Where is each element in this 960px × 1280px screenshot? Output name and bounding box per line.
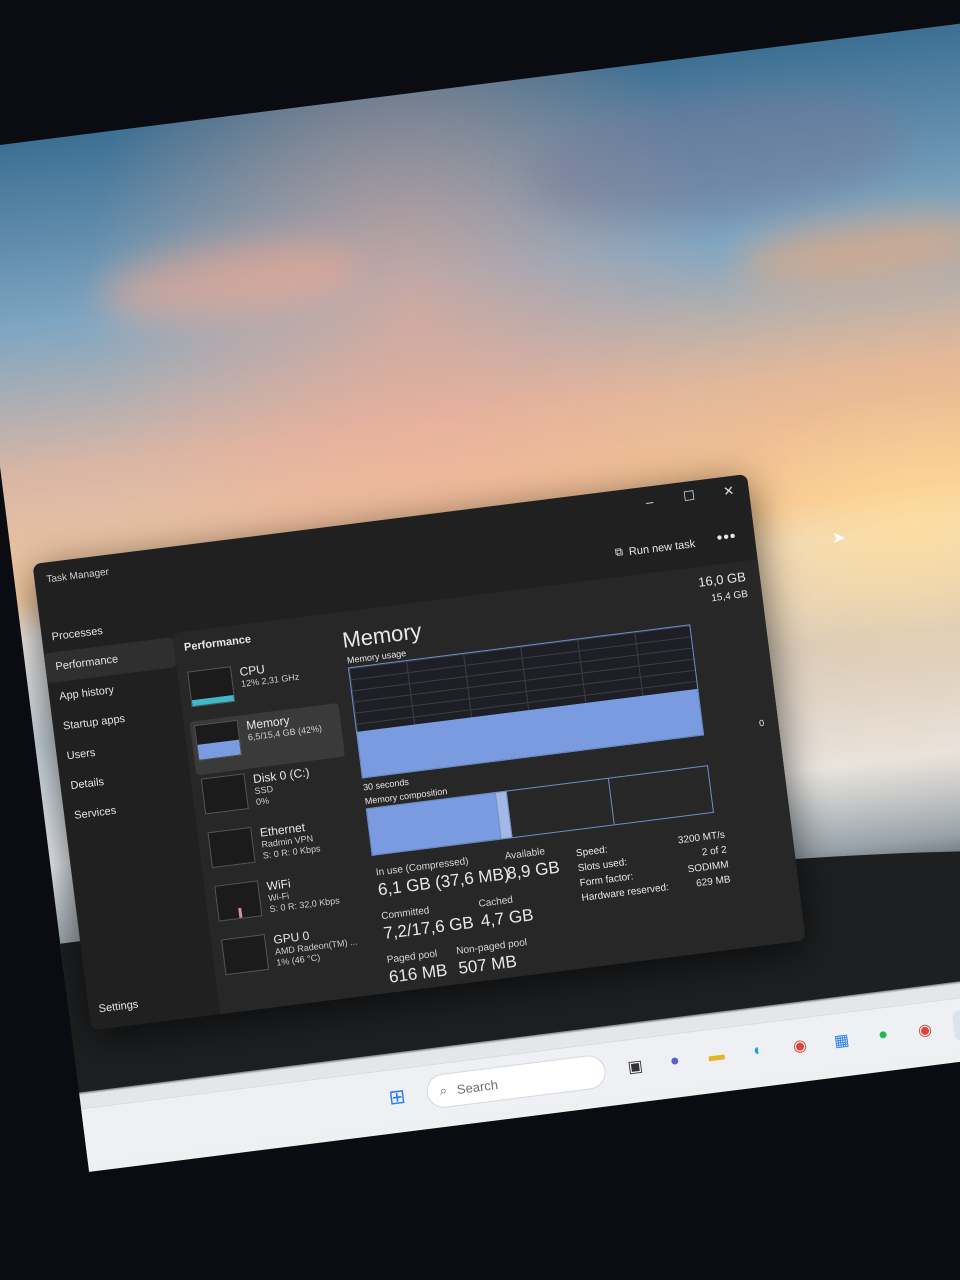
- page-title: Performance: [183, 633, 252, 654]
- memory-title: Memory: [340, 618, 423, 653]
- memory-usage-fill: [357, 688, 704, 778]
- run-task-icon: ⧉: [614, 546, 624, 560]
- memory-specs: Speed: 3200 MT/s Slots used: 2 of 2 Form f…: [575, 830, 731, 908]
- spec-value: 629 MB: [695, 874, 732, 890]
- file-explorer-icon[interactable]: ▬: [700, 1040, 734, 1074]
- composition-free: [608, 766, 712, 824]
- maximize-button[interactable]: ☐: [667, 479, 710, 514]
- taskbar-search[interactable]: ⌕ Search: [424, 1053, 608, 1110]
- run-new-task-label: Run new task: [628, 537, 696, 558]
- device-list: CPU 12% 2,31 GHz Memory 6,5/15,4 GB (42%…: [183, 649, 372, 989]
- memory-usage-graph: [347, 624, 705, 779]
- search-placeholder: Search: [455, 1076, 499, 1097]
- memory-total: 16,0 GB: [697, 568, 747, 590]
- window-title: Task Manager: [45, 566, 110, 586]
- task-manager-taskbar-icon[interactable]: ≋: [951, 1007, 960, 1042]
- search-icon: ⌕: [438, 1082, 448, 1099]
- stat-available: Available 8,9 GB: [504, 845, 561, 884]
- run-new-task-button[interactable]: ⧉ Run new task: [614, 537, 696, 560]
- stat-value: 8,9 GB: [505, 857, 561, 884]
- memory-graph-max: 15,4 GB: [710, 588, 749, 605]
- graph-time-label: 30 seconds: [362, 776, 410, 793]
- graph-min-label: 0: [758, 717, 765, 729]
- minimize-button[interactable]: –: [628, 484, 671, 519]
- task-view-icon[interactable]: ▣: [618, 1050, 652, 1084]
- disk-sparkline: [200, 773, 249, 815]
- spotify-icon[interactable]: ●: [866, 1019, 900, 1053]
- stat-committed: Committed 7,2/17,6 GB: [381, 900, 475, 944]
- window-controls: – ☐ ✕: [628, 474, 751, 519]
- more-options-icon[interactable]: •••: [716, 528, 738, 548]
- stat-value: 4,7 GB: [479, 905, 535, 931]
- memory-details: Memory 16,0 GB 15,4 GB Memory usage 0 30…: [340, 568, 791, 987]
- chrome-profile-icon[interactable]: ◉: [908, 1013, 942, 1047]
- cpu-sparkline: [187, 666, 236, 708]
- stat-non-paged-pool: Non-paged pool 507 MB: [456, 937, 531, 979]
- wifi-sparkline: [214, 880, 263, 922]
- stat-cached: Cached 4,7 GB: [478, 892, 535, 931]
- edge-icon[interactable]: ◐: [741, 1034, 775, 1068]
- sidebar-nav: Processes Performance App history Startu…: [40, 607, 195, 832]
- performance-panel: Performance CPU 12% 2,31 GHz Memory 6,5/…: [172, 559, 806, 1015]
- gpu-sparkline: [221, 933, 270, 976]
- stat-in-use: In use (Compressed) 6,1 GB (37,6 MB): [375, 851, 510, 900]
- cloud: [95, 231, 363, 334]
- stat-paged-pool: Paged pool 616 MB: [386, 948, 448, 988]
- desktop-screen: Task Manager – ☐ ✕ Processes Performance…: [0, 17, 960, 1172]
- chrome-icon[interactable]: ◉: [783, 1029, 817, 1063]
- store-icon[interactable]: ▦: [825, 1024, 859, 1058]
- composition-standby: [506, 778, 615, 838]
- close-button[interactable]: ✕: [707, 474, 750, 509]
- start-icon[interactable]: ⊞: [380, 1080, 414, 1114]
- ethernet-sparkline: [207, 826, 256, 869]
- cloud: [736, 200, 960, 293]
- memory-sparkline: [193, 719, 243, 761]
- mouse-cursor-icon: ➤: [832, 530, 846, 547]
- sidebar-item-settings[interactable]: Settings: [98, 998, 139, 1015]
- cloud: [520, 71, 913, 239]
- teams-icon[interactable]: ●: [658, 1045, 692, 1079]
- task-manager-window[interactable]: Task Manager – ☐ ✕ Processes Performance…: [32, 473, 806, 1031]
